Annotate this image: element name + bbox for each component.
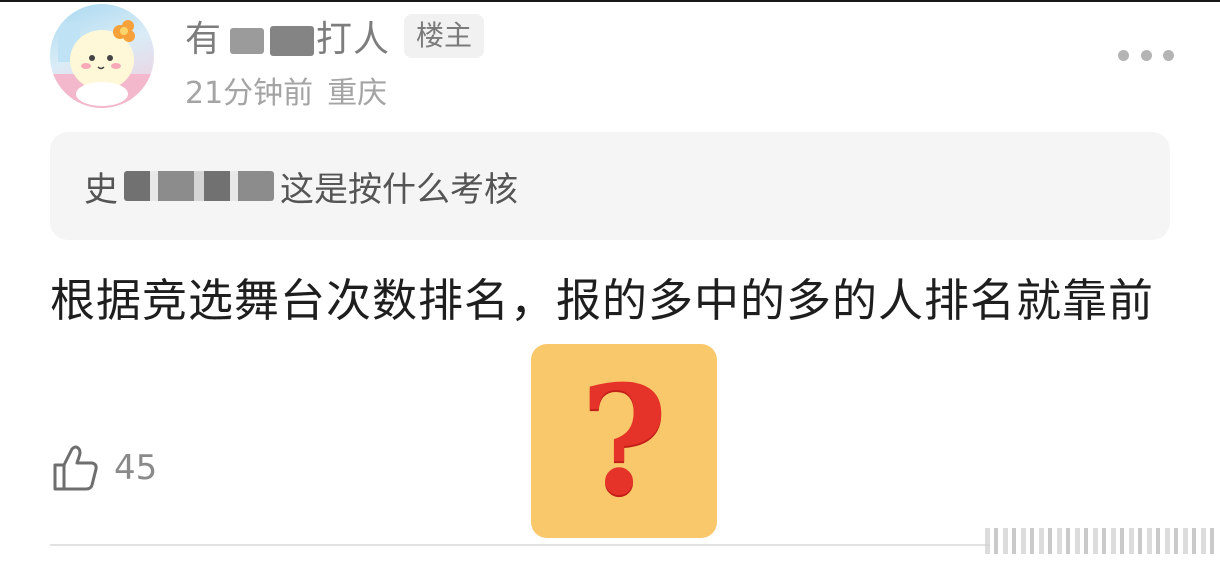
top-border xyxy=(0,0,1220,2)
post-time: 21分钟前 xyxy=(185,76,314,111)
reply-text: 根据竞选舞台次数排名，报的多中的多的人排名就靠前 xyxy=(50,274,1155,327)
avatar[interactable] xyxy=(50,4,154,108)
more-dots-icon xyxy=(1163,49,1174,61)
quote-text: 这是按什么考核 xyxy=(280,169,518,210)
like-count: 45 xyxy=(114,448,158,488)
question-mark-emoji: ? xyxy=(531,344,717,538)
author-header: 有 打人 楼主 xyxy=(185,10,485,62)
quoted-comment[interactable]: 史 这是按什么考核 xyxy=(50,132,1170,240)
op-badge: 楼主 xyxy=(404,14,485,58)
author-name-suffix: 打人 xyxy=(316,19,391,60)
more-dots-icon xyxy=(1118,49,1129,61)
name-redaction xyxy=(270,26,315,56)
author-name[interactable]: 有 打人 xyxy=(185,10,390,62)
more-options-button[interactable] xyxy=(1118,42,1174,68)
quote-author-prefix: 史 xyxy=(84,169,118,210)
thumbs-up-icon xyxy=(53,445,98,491)
divider xyxy=(50,544,990,546)
avatar-image xyxy=(50,20,154,108)
author-name-prefix: 有 xyxy=(185,19,223,60)
like-button[interactable]: 45 xyxy=(50,440,157,496)
post-location: 重庆 xyxy=(327,76,388,111)
watermark xyxy=(985,528,1215,554)
question-mark-icon: ? xyxy=(580,353,668,529)
more-dots-icon xyxy=(1140,49,1152,61)
quote-redaction xyxy=(124,171,274,201)
name-redaction xyxy=(230,28,265,54)
post-meta: 21分钟前 重庆 xyxy=(185,68,387,112)
